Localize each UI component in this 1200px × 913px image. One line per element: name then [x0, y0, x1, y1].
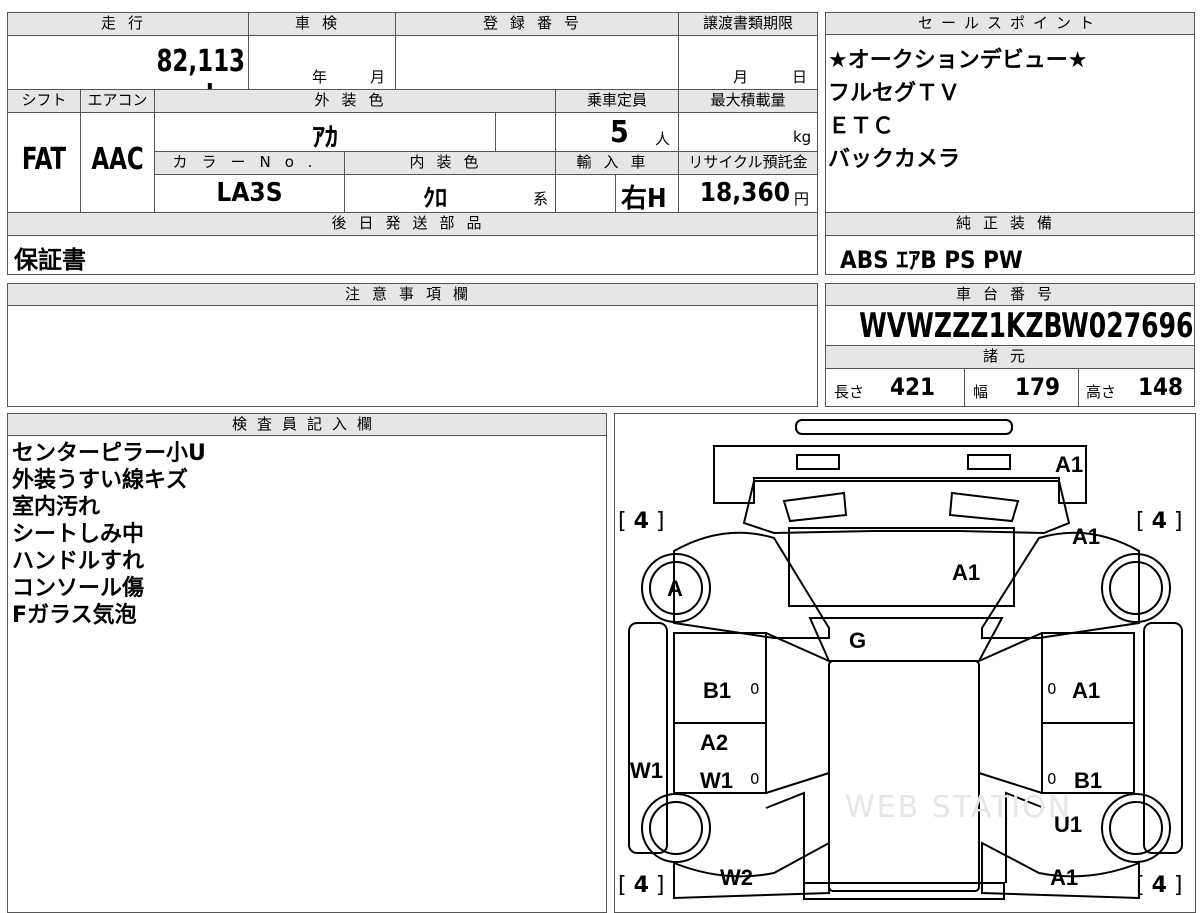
later-parts-value: 保証書 [14, 246, 86, 274]
mark-rocker-left: W1 [630, 758, 663, 783]
inspector-note: Fガラス気泡 [12, 603, 137, 628]
chassis-label: 車台番号 [826, 284, 1194, 306]
capacity-label: 乗車定員 [556, 90, 678, 112]
inspector-label: 検査員記入欄 [8, 414, 606, 436]
mileage-label: 走行 [8, 13, 248, 35]
shift-value: FAT [21, 142, 67, 177]
mark-door-fr: A1 [1072, 678, 1101, 703]
tire-depth-rr: [ 4 ] [1136, 873, 1183, 898]
car-diagram [628, 419, 1183, 900]
color-no-value: LA3S [216, 178, 283, 208]
mark-fender-right: A1 [1072, 524, 1101, 549]
mark-door-rr: B1 [1074, 768, 1103, 793]
inspector-note: 室内汚れ [12, 495, 101, 520]
interior-color-value: ｸﾛ [423, 184, 447, 212]
mark-door-fl: B1 [703, 678, 732, 703]
transfer-month-unit: 月 [733, 68, 749, 86]
exterior-color-value: ｱｶ [311, 123, 338, 153]
mark-front-bumper: A1 [1055, 452, 1084, 477]
equipment-label: 純正装備 [826, 213, 1194, 235]
equipment-value: ABS ｴｱB PS PW [840, 246, 1023, 274]
mark-door-rl-a: A2 [700, 730, 729, 755]
exterior-color-label: 外装色 [155, 90, 555, 112]
import-value: 右H [621, 184, 667, 214]
notes-label: 注意事項欄 [8, 284, 817, 306]
mark-wheel-fl: A [667, 576, 683, 601]
registration-label: 登録番号 [396, 13, 678, 35]
chassis-number: WVWZZZ1KZBW027696 [859, 306, 1194, 346]
shaken-year-unit: 年 [312, 68, 328, 86]
sales-point-item: バックカメラ [828, 147, 961, 172]
mark-quarter-left: W2 [720, 865, 753, 890]
zero-mark: 0 [1047, 770, 1057, 788]
height-label: 高さ [1086, 383, 1117, 401]
recycle-unit: 円 [794, 190, 810, 208]
mark-hood: A1 [952, 560, 981, 585]
height-value: 148 [1138, 373, 1184, 401]
import-label: 輸入車 [556, 152, 678, 174]
inspector-note: シートしみ中 [12, 522, 145, 547]
spec-label: 諸元 [826, 346, 1194, 368]
transfer-deadline-label: 譲渡書類期限 [679, 13, 817, 35]
sales-point-item: ＥＴＣ [828, 114, 895, 139]
color-no-label: カラーNo. [155, 152, 344, 174]
mark-windshield: G [849, 628, 867, 653]
mark-door-rl-w: W1 [700, 768, 733, 793]
length-value: 421 [890, 373, 936, 401]
interior-color-suffix: 系 [533, 190, 549, 208]
zero-mark: 0 [750, 770, 760, 788]
recycle-value: 18,360 [699, 178, 790, 208]
watermark: WEB STATION [845, 790, 1073, 825]
width-label: 幅 [973, 383, 989, 401]
zero-mark: 0 [1047, 680, 1057, 698]
inspector-notes-list: センターピラー小U 外装うすい線キズ 室内汚れ シートしみ中 ハンドルすれ コン… [12, 440, 206, 629]
tire-depth-fl: [ 4 ] [618, 509, 665, 534]
shaken-month-unit: 月 [370, 68, 386, 86]
inspector-note: コンソール傷 [12, 576, 145, 601]
inspector-note: 外装うすい線キズ [12, 468, 189, 493]
zero-mark: 0 [750, 680, 760, 698]
max-load-label: 最大積載量 [679, 90, 817, 112]
aircon-value: AAC [91, 142, 144, 177]
shift-label: シフト [8, 90, 80, 112]
mark-quarter-right: A1 [1050, 865, 1079, 890]
tire-depth-fr: [ 4 ] [1136, 509, 1183, 534]
capacity-value: 5 [610, 115, 629, 150]
inspector-note: ハンドルすれ [12, 549, 145, 574]
inspector-note: センターピラー小U [12, 441, 206, 466]
later-parts-label: 後日発送部品 [8, 213, 817, 235]
length-label: 長さ [834, 383, 865, 401]
sales-points-label: セールスポイント [826, 13, 1194, 35]
interior-color-label: 内装色 [345, 152, 555, 174]
aircon-label: エアコン [81, 90, 154, 112]
sales-point-item: ★オークションデビュー★ [828, 48, 1088, 73]
load-unit: kg [793, 128, 812, 146]
sales-points-list: ★オークションデビュー★ フルセグＴＶ ＥＴＣ バックカメラ [828, 44, 1087, 176]
sales-point-item: フルセグＴＶ [828, 81, 961, 106]
tire-depth-rl: [ 4 ] [618, 873, 665, 898]
recycle-label: リサイクル預託金 [679, 152, 817, 174]
shaken-label: 車検 [249, 13, 395, 35]
capacity-unit: 人 [655, 130, 671, 148]
width-value: 179 [1015, 373, 1061, 401]
transfer-day-unit: 日 [792, 68, 808, 86]
